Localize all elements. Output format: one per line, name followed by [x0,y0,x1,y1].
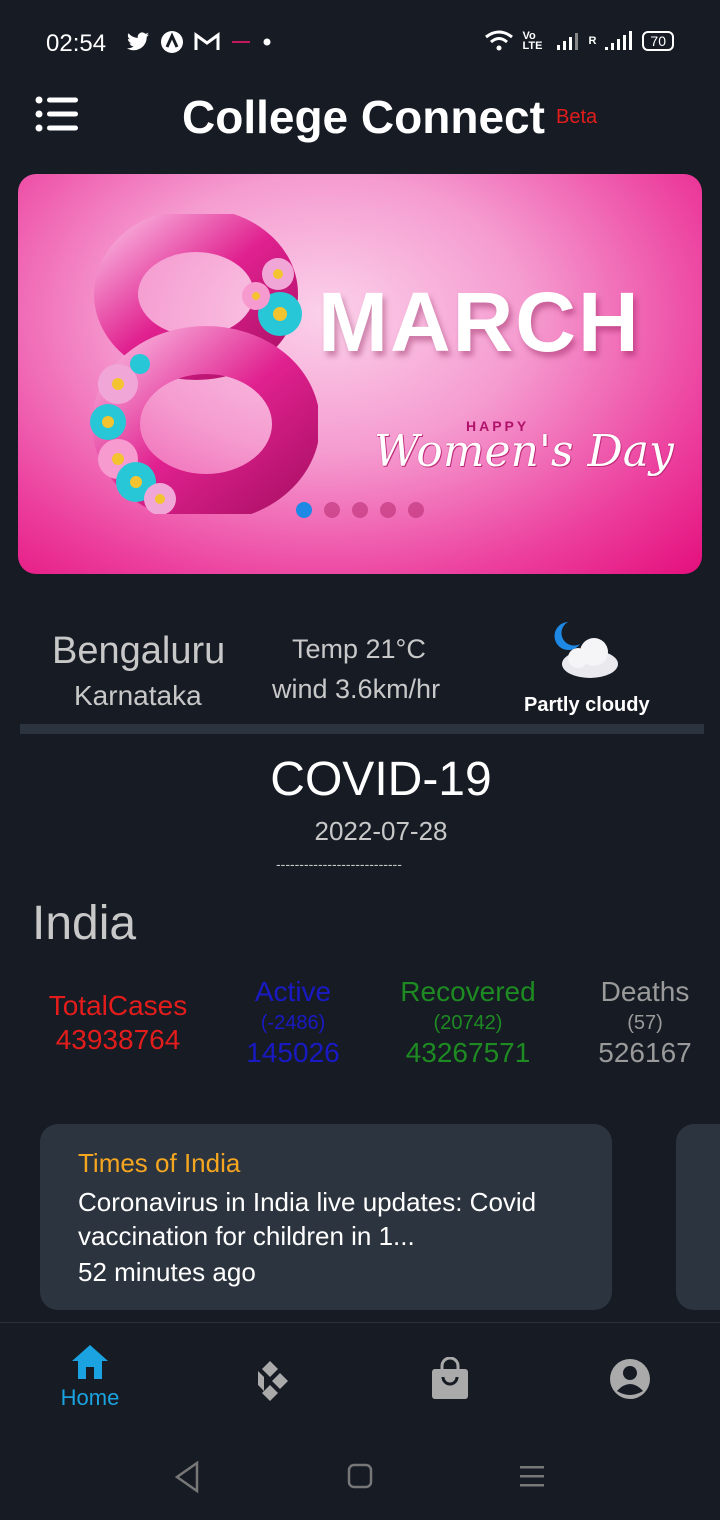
system-nav-bar [0,1440,720,1520]
carousel-dot[interactable] [380,502,396,518]
weather-widget: Bengaluru Karnataka Temp 21°C wind 3.6km… [0,614,720,724]
wifi-icon [485,30,514,51]
stat-delta: (20742) [433,1012,503,1034]
twitter-icon [127,32,149,51]
weather-condition: Partly cloudy [524,694,650,716]
nav-home-label: Home [60,1385,120,1410]
home-icon [72,1345,108,1379]
recents-icon[interactable] [518,1460,546,1494]
app-title: College Connect [182,91,545,143]
covid-separator: --------------------------- [276,856,402,872]
app-bar: College Connect Beta [0,86,720,156]
system-icons: Vo LTE R 70 [484,30,674,52]
banner-headline: MARCH [318,275,641,369]
stat-label: TotalCases [48,990,188,1021]
banner-carousel[interactable]: MARCH HAPPY Women's Day [18,174,702,574]
carousel-dot[interactable] [352,502,368,518]
banner-tagline-script: Women's Day [374,426,674,477]
news-headline: Coronavirus in India live updates: Covid… [78,1187,537,1251]
stat-value: 526167 [598,1037,692,1068]
stat-active: Active (-2486) 145026 [220,976,366,1069]
carousel-dot[interactable] [408,502,424,518]
flag-icon [232,41,250,43]
stat-value: 43938764 [55,1024,181,1055]
news-card[interactable]: Times of India Coronavirus in India live… [40,1124,612,1310]
carousel-dot[interactable] [296,502,312,518]
weather-city: Bengaluru [52,630,226,672]
news-card-next[interactable] [676,1124,720,1310]
carousel-dot[interactable] [324,502,340,518]
beta-badge: Beta [556,106,598,128]
stat-value: 145026 [246,1037,340,1068]
stat-delta: (57) [627,1012,663,1034]
covid-date: 2022-07-28 [314,816,448,846]
country-name: India [32,897,137,950]
news-time: 52 minutes ago [78,1257,256,1287]
status-time: 02:54 [46,30,107,57]
stat-label: Active [254,976,332,1007]
status-bar: 02:54 Vo LTE R 70 [0,0,720,86]
stat-delta: (-2486) [260,1012,326,1034]
carousel-dots [296,502,424,518]
volte-label: Vo LTE [522,30,543,52]
shopping-bag-icon[interactable] [430,1357,470,1401]
account-icon[interactable] [608,1357,652,1401]
roaming-label: R [588,35,597,47]
battery-indicator: 70 [642,31,674,51]
covid-title: COVID-19 [270,753,492,806]
weather-divider [20,724,704,734]
stat-value: 43267571 [405,1037,531,1068]
stat-total-cases: TotalCases 43938764 [40,990,196,1056]
signal-2-icon [605,31,633,50]
nav-home[interactable]: Home [30,1343,150,1411]
stat-deaths: Deaths (57) 526167 [582,976,708,1069]
signal-1-icon [557,33,579,50]
stat-recovered: Recovered (20742) 43267571 [396,976,540,1069]
bottom-nav: Home [0,1322,720,1432]
news-source: Times of India [78,1148,241,1178]
more-dot-icon [263,38,271,46]
arrow-app-icon [161,31,183,53]
notification-icons [126,30,272,54]
gmail-icon [194,32,220,50]
weather-wind: wind 3.6km/hr [272,674,441,704]
menu-icon[interactable] [34,94,80,134]
home-nav-icon[interactable] [346,1460,374,1494]
night-partly-cloudy-icon [554,622,618,678]
kodi-icon[interactable] [248,1357,292,1401]
weather-temp: Temp 21°C [292,634,426,664]
back-icon[interactable] [172,1460,202,1494]
weather-state: Karnataka [74,680,202,711]
eight-numeral-graphic [90,214,318,514]
stat-label: Recovered [400,976,536,1007]
stat-label: Deaths [600,976,690,1007]
